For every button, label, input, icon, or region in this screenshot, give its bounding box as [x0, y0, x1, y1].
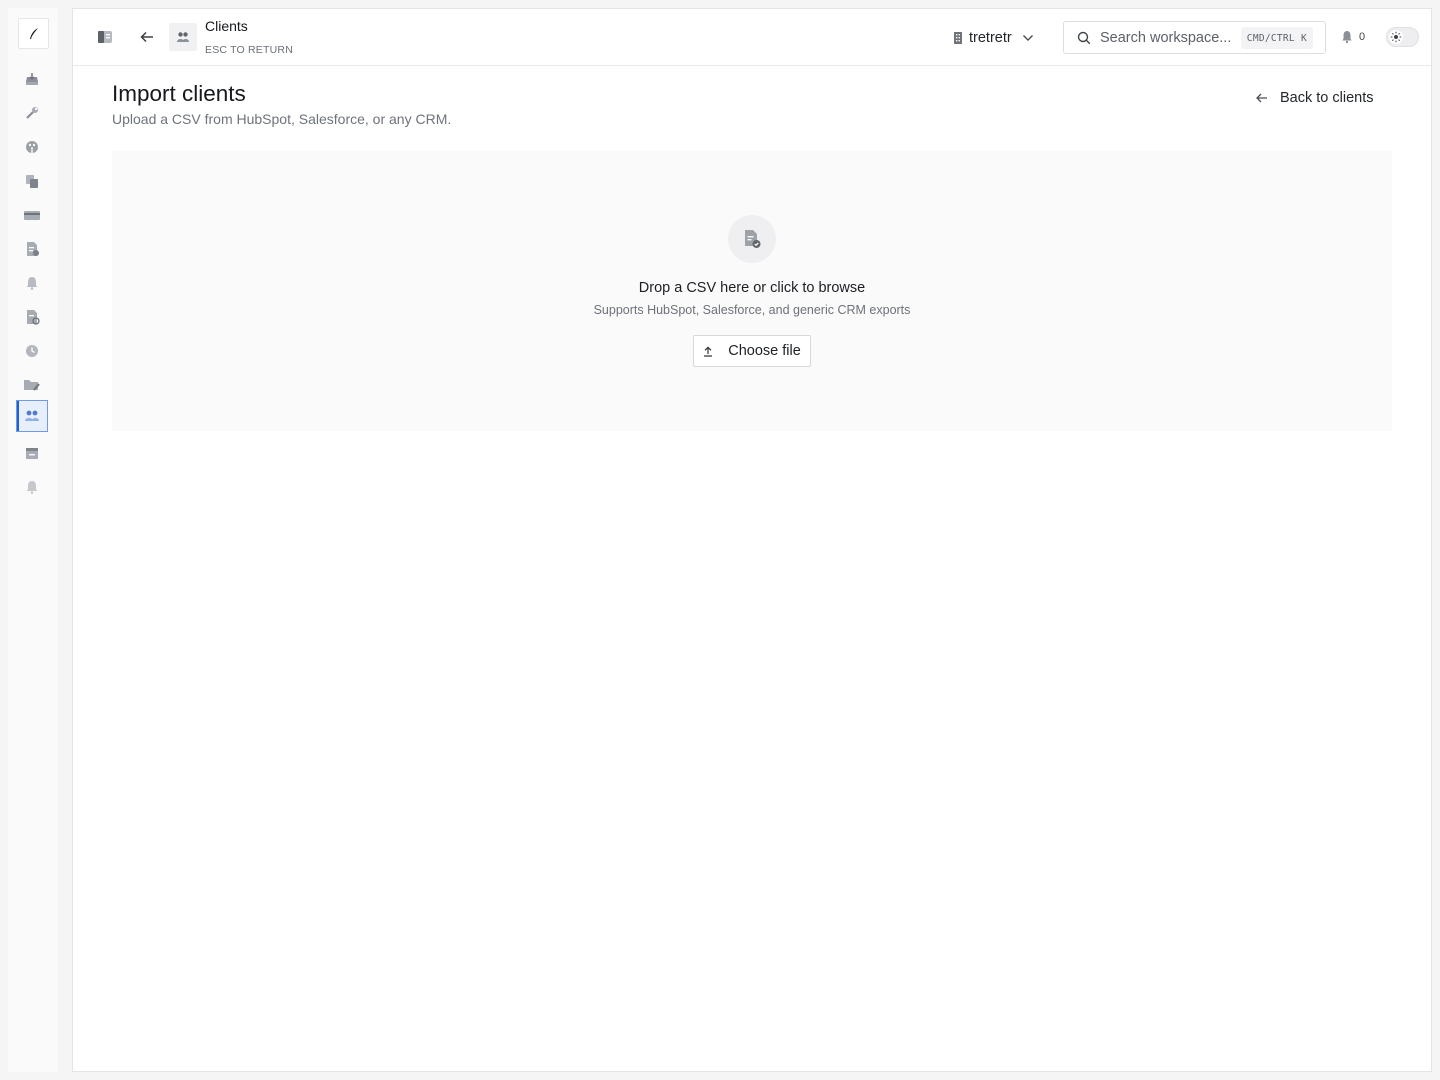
nav-notifications[interactable] [16, 471, 48, 503]
bell-icon [27, 277, 37, 290]
search-shortcut: CMD/CTRL K [1240, 27, 1313, 49]
quill-icon [29, 27, 38, 39]
clients-title-icon [169, 23, 197, 51]
nav-history[interactable] [16, 335, 48, 367]
page-subtitle: Upload a CSV from HubSpot, Salesforce, o… [112, 111, 452, 127]
clock-icon [26, 345, 38, 357]
back-button[interactable] [133, 23, 161, 51]
workspace-search[interactable]: Search workspace... CMD/CTRL K [1063, 21, 1326, 54]
notifications-button[interactable]: 0 [1341, 28, 1365, 46]
page-title: Import clients [112, 81, 246, 106]
nav-design[interactable] [16, 131, 48, 163]
upload-file-icon-wrap [728, 215, 776, 263]
dropzone-title: Drop a CSV here or click to browse [638, 280, 866, 296]
workspace-name: tretretr [969, 30, 1012, 46]
back-to-clients-link[interactable]: Back to clients [1256, 87, 1374, 109]
folder-edit-icon [24, 380, 40, 391]
nav-inbox[interactable] [16, 63, 48, 95]
nav-billing[interactable] [16, 199, 48, 231]
file-check-icon [745, 230, 761, 248]
credit-card-icon [24, 211, 40, 220]
escape-hint: ESC TO RETURN [205, 44, 293, 56]
back-to-clients-label: Back to clients [1280, 90, 1374, 106]
main-panel: Clients ESC TO RETURN tretretr Search wo… [72, 8, 1432, 1072]
nav-alerts[interactable] [16, 267, 48, 299]
workspace-switcher[interactable]: tretretr [953, 24, 1034, 52]
inbox-tray-icon [26, 73, 38, 85]
theme-toggle-knob [1389, 30, 1403, 44]
upload-icon [704, 345, 713, 357]
clients-icon [177, 32, 189, 42]
nav-calendar[interactable] [16, 437, 48, 469]
arrow-left-icon [1256, 93, 1267, 103]
arrow-left-icon [140, 31, 153, 43]
document-refresh-icon [27, 310, 40, 325]
choose-file-label: Choose file [728, 343, 801, 359]
top-header: Clients ESC TO RETURN tretretr Search wo… [73, 9, 1431, 66]
bell-icon [1342, 31, 1352, 44]
search-icon [1077, 31, 1091, 44]
sidebar-toggle-icon [98, 31, 112, 43]
nav-clients[interactable] [16, 400, 48, 432]
notification-count: 0 [1359, 31, 1366, 43]
csv-dropzone[interactable]: Drop a CSV here or click to browse Suppo… [112, 151, 1392, 431]
theme-toggle[interactable] [1386, 27, 1419, 47]
nav-tools[interactable] [16, 97, 48, 129]
copy-icon [26, 175, 38, 188]
nav-recurring[interactable] [16, 301, 48, 333]
toggle-sidebar-button[interactable] [91, 23, 119, 51]
chevron-down-icon [1022, 35, 1033, 41]
sun-icon [1390, 31, 1402, 43]
building-icon [954, 32, 962, 44]
clients-icon [25, 410, 39, 421]
icon-rail [8, 8, 58, 1072]
nav-duplicate[interactable] [16, 165, 48, 197]
wrench-icon [26, 107, 38, 119]
nav-projects[interactable] [16, 369, 48, 401]
app-logo[interactable] [18, 18, 49, 49]
calendar-icon [26, 448, 38, 459]
document-check-icon [27, 242, 39, 256]
search-placeholder: Search workspace... [1100, 29, 1232, 46]
bell-icon [27, 481, 37, 494]
page-header-title: Clients [205, 18, 248, 34]
dropzone-subtitle: Supports HubSpot, Salesforce, and generi… [593, 303, 911, 317]
palette-icon [26, 141, 38, 153]
nav-approvals[interactable] [16, 233, 48, 265]
choose-file-button[interactable]: Choose file [693, 335, 811, 367]
